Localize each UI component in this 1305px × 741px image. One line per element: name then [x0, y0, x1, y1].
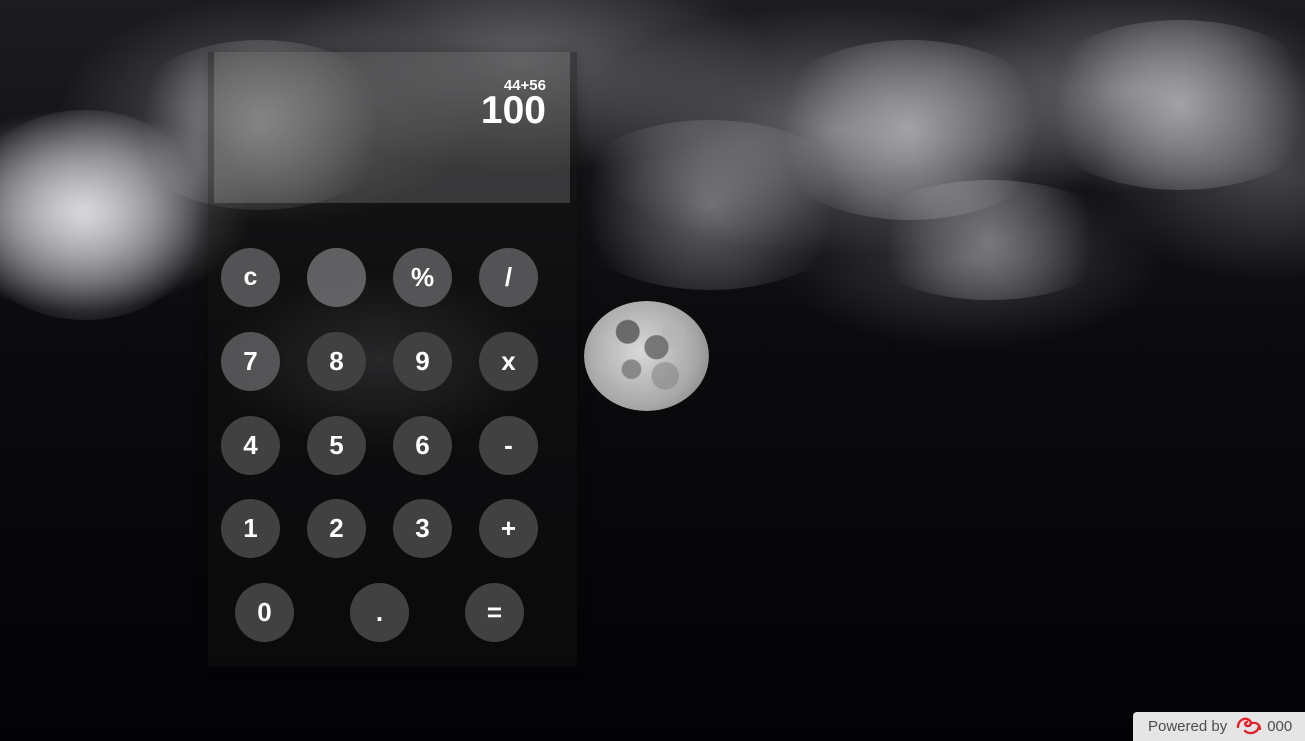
000webhost-logo-icon	[1235, 715, 1263, 737]
powered-by-badge[interactable]: Powered by 000	[1133, 712, 1305, 741]
blank-button[interactable]	[307, 248, 366, 307]
six-button[interactable]: 6	[393, 416, 452, 475]
calculator-keypad: c % / 7 8 9 x 4 5 6 - 1 2 3 + 0 . =	[208, 248, 577, 648]
moon-image	[584, 301, 709, 411]
four-button[interactable]: 4	[221, 416, 280, 475]
divide-button[interactable]: /	[479, 248, 538, 307]
clear-button[interactable]: c	[221, 248, 280, 307]
percent-button[interactable]: %	[393, 248, 452, 307]
one-button[interactable]: 1	[221, 499, 280, 558]
multiply-button[interactable]: x	[479, 332, 538, 391]
zero-button[interactable]: 0	[235, 583, 294, 642]
two-button[interactable]: 2	[307, 499, 366, 558]
seven-button[interactable]: 7	[221, 332, 280, 391]
cloud-shape	[1030, 20, 1305, 190]
brand-label: 000	[1267, 718, 1293, 735]
night-sky-background	[0, 0, 1305, 741]
powered-by-label: Powered by	[1148, 718, 1228, 735]
five-button[interactable]: 5	[307, 416, 366, 475]
minus-button[interactable]: -	[479, 416, 538, 475]
calculator-panel: 44+56 100 c % / 7 8 9 x 4 5 6 - 1 2 3 + …	[208, 52, 577, 666]
cloud-shape	[860, 180, 1120, 300]
nine-button[interactable]: 9	[393, 332, 452, 391]
decimal-button[interactable]: .	[350, 583, 409, 642]
calculator-display: 44+56 100	[214, 52, 570, 203]
three-button[interactable]: 3	[393, 499, 452, 558]
result-display: 100	[480, 89, 546, 132]
eight-button[interactable]: 8	[307, 332, 366, 391]
page: 44+56 100 c % / 7 8 9 x 4 5 6 - 1 2 3 + …	[0, 0, 1305, 741]
equals-button[interactable]: =	[465, 583, 524, 642]
plus-button[interactable]: +	[479, 499, 538, 558]
